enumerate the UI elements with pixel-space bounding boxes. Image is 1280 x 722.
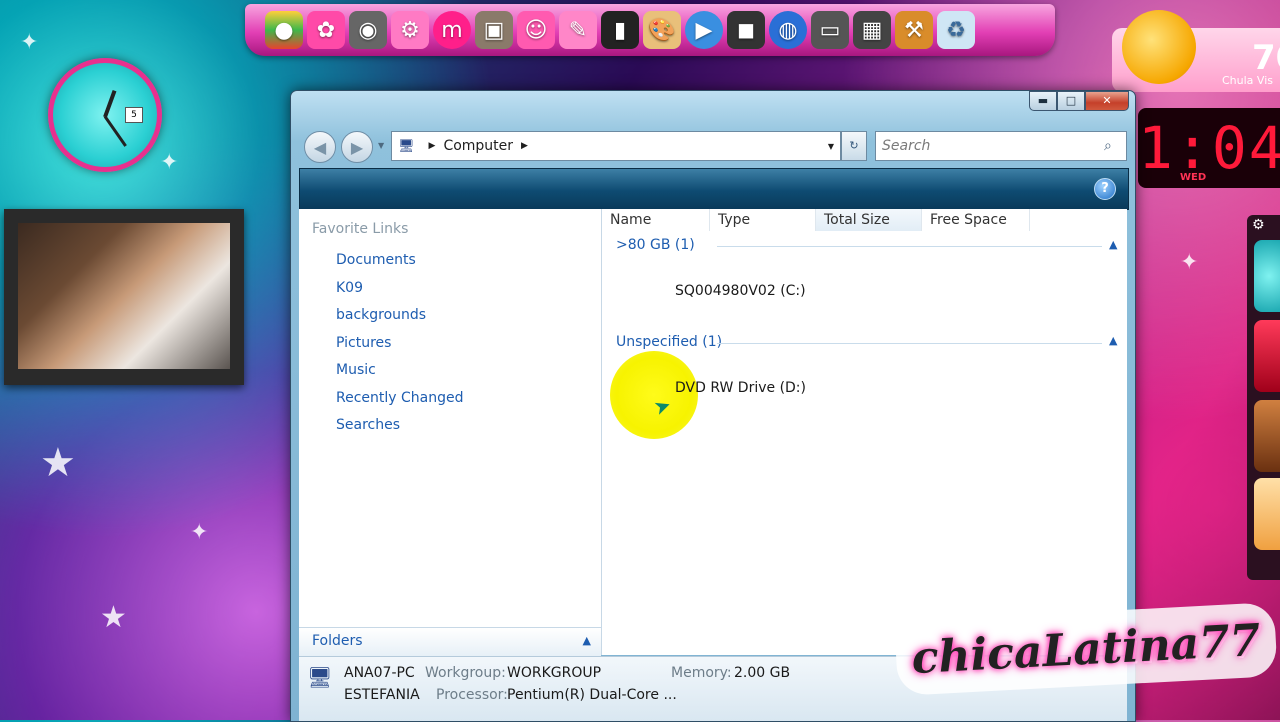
robot-icon[interactable]: ⚙ [391, 11, 429, 49]
media-player-icon[interactable]: ▶ [685, 11, 723, 49]
close-button[interactable]: ✕ [1085, 91, 1129, 111]
nav-link-pictures[interactable]: Pictures [336, 335, 391, 351]
computer-icon: 🖥 [398, 138, 415, 154]
chevron-up-icon[interactable]: ▲ [1109, 238, 1117, 251]
address-dropdown-icon[interactable]: ▼ [828, 142, 834, 151]
search-icon[interactable]: ⌕ [1104, 138, 1112, 154]
weather-gadget[interactable]: 70 Chula Vis [1112, 10, 1280, 92]
clock-hour-hand [103, 90, 117, 118]
search-box[interactable]: ⌕ [875, 131, 1127, 161]
column-header-total-size[interactable]: Total Size [816, 209, 922, 231]
clock-date: 5 [125, 107, 143, 123]
back-button[interactable]: ◀ [304, 131, 336, 163]
nav-link-searches[interactable]: Searches [336, 417, 400, 433]
computer-name: ANA07-PC [344, 665, 415, 681]
photo-frame-gadget[interactable] [4, 209, 244, 385]
analog-clock-gadget[interactable]: 5 [48, 58, 162, 172]
folders-label: Folders [312, 633, 363, 649]
group-divider [717, 246, 1102, 247]
column-header-name[interactable]: Name [602, 209, 710, 231]
breadcrumb-separator-icon[interactable]: ▶ [521, 141, 528, 151]
recycle-bin-icon[interactable]: ♻ [937, 11, 975, 49]
sparkle-decoration: ✦ [20, 30, 39, 55]
group-header[interactable]: >80 GB (1) [616, 237, 695, 253]
arrow-right-icon: ▶ [350, 137, 364, 157]
disc-icon[interactable]: ◉ [349, 11, 387, 49]
browser-icon[interactable]: ◍ [769, 11, 807, 49]
camera-icon[interactable]: ◼ [727, 11, 765, 49]
breadcrumb-computer[interactable]: Computer [443, 138, 513, 154]
monitor-icon[interactable]: ▭ [811, 11, 849, 49]
sidebar-gadget-tile[interactable] [1254, 400, 1280, 472]
breadcrumb-separator-icon[interactable]: ▶ [429, 141, 436, 151]
caption-buttons: ▬ □ ✕ [1029, 91, 1129, 111]
file-list: Name Type Total Size Free Space >80 GB (… [602, 209, 1127, 655]
workgroup-value: WORKGROUP [507, 665, 602, 681]
nav-link-recently-changed[interactable]: Recently Changed [336, 390, 464, 406]
chevron-up-icon[interactable]: ▲ [583, 634, 591, 647]
user-icon[interactable]: ☺ [517, 11, 555, 49]
workgroup-label: Workgroup: [425, 665, 506, 681]
sparkle-decoration: ★ [100, 600, 127, 635]
folders-bar[interactable]: Folders ▲ [299, 627, 601, 656]
weather-location: Chula Vis [1222, 74, 1273, 87]
minimize-button[interactable]: ▬ [1029, 91, 1057, 111]
sidebar-gadget-tile[interactable] [1254, 320, 1280, 392]
nav-link-music[interactable]: Music [336, 362, 376, 378]
user-name: ESTEFANIA [344, 687, 420, 703]
phone-icon[interactable]: ▮ [601, 11, 639, 49]
sparkle-decoration: ✦ [160, 150, 179, 175]
help-icon[interactable]: ? [1094, 178, 1116, 200]
column-header-type[interactable]: Type [710, 209, 816, 231]
sun-icon [1122, 10, 1196, 84]
bag-icon[interactable]: ▣ [475, 11, 513, 49]
refresh-icon: ↻ [849, 139, 859, 152]
feather-icon[interactable]: ✎ [559, 11, 597, 49]
memory-value: 2.00 GB [734, 665, 791, 681]
sparkle-decoration: ✦ [1180, 250, 1199, 275]
forward-button[interactable]: ▶ [341, 131, 373, 163]
desktop-dock: ● ✿ ◉ ⚙ m ▣ ☺ ✎ ▮ 🎨 ▶ ◼ ◍ ▭ ▦ ⚒ ♻ [245, 4, 1055, 56]
nav-link-k09[interactable]: K09 [336, 280, 363, 296]
weather-temperature: 70 [1252, 38, 1280, 78]
gear-icon[interactable]: ⚙ [1252, 217, 1265, 233]
tools-icon[interactable]: ⚒ [895, 11, 933, 49]
nav-link-backgrounds[interactable]: backgrounds [336, 307, 426, 323]
group-header[interactable]: Unspecified (1) [616, 334, 722, 350]
search-input[interactable] [880, 137, 1104, 155]
computer-icon: 🖥 [307, 665, 333, 689]
sidebar-gadget-tile[interactable] [1254, 478, 1280, 550]
address-bar[interactable]: 🖥 ▶ Computer ▶ ▼ [391, 131, 841, 161]
arrow-left-icon: ◀ [313, 137, 327, 157]
memory-label: Memory: [671, 665, 732, 681]
digital-clock-gadget[interactable]: 1:04 WED [1138, 108, 1280, 188]
palette-icon[interactable]: 🎨 [643, 11, 681, 49]
sparkle-decoration: ★ [40, 440, 76, 486]
group-divider [717, 343, 1102, 344]
drive-item[interactable]: SQ004980V02 (C:) [675, 283, 806, 299]
flower-icon[interactable]: ✿ [307, 11, 345, 49]
letter-m-icon[interactable]: m [433, 11, 471, 49]
apple-icon[interactable]: ● [265, 11, 303, 49]
navigation-pane: Favorite Links Documents K09 backgrounds… [299, 209, 602, 655]
processor-value: Pentium(R) Dual-Core ... [507, 687, 677, 703]
photo-image [18, 223, 230, 369]
command-toolbar: ? [299, 168, 1129, 210]
digital-clock-time: 1:04 [1138, 114, 1280, 182]
processor-label: Processor: [436, 687, 508, 703]
refresh-button[interactable]: ↻ [841, 131, 867, 161]
digital-clock-day: WED [1180, 172, 1207, 183]
column-header-free-space[interactable]: Free Space [922, 209, 1030, 231]
clock-minute-hand [103, 115, 127, 147]
maximize-button[interactable]: □ [1057, 91, 1085, 111]
chevron-up-icon[interactable]: ▲ [1109, 334, 1117, 347]
calculator-icon[interactable]: ▦ [853, 11, 891, 49]
drive-item[interactable]: DVD RW Drive (D:) [675, 380, 806, 396]
recent-pages-dropdown-icon[interactable]: ▼ [378, 141, 384, 150]
sidebar-gadget-tile[interactable] [1254, 240, 1280, 312]
sparkle-decoration: ✦ [190, 520, 209, 545]
favorite-links-heading: Favorite Links [312, 221, 409, 237]
nav-link-documents[interactable]: Documents [336, 252, 416, 268]
